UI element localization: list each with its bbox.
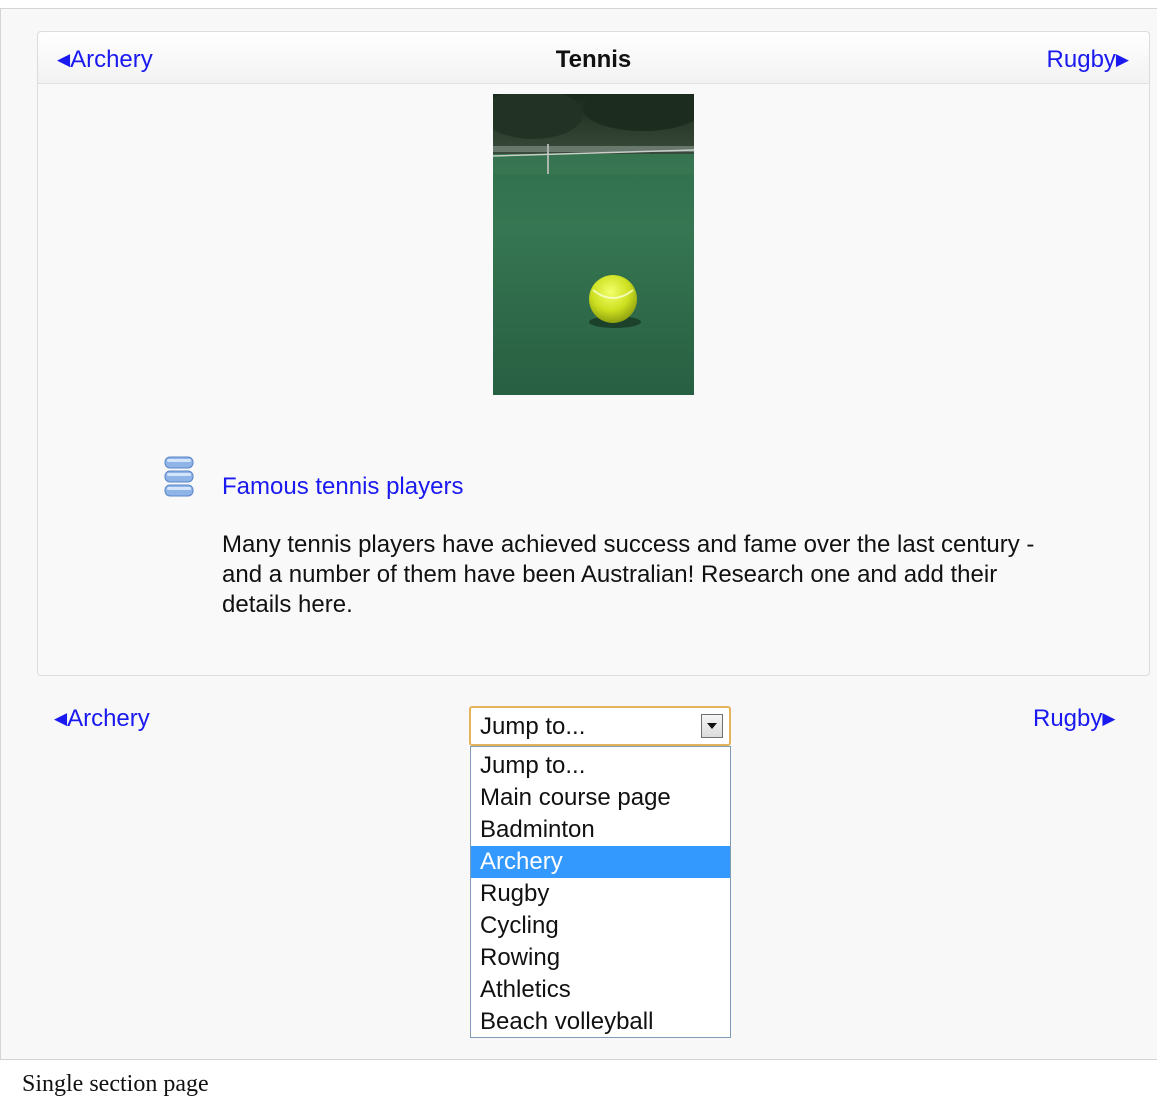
figure-caption: Single section page <box>22 1071 209 1097</box>
tennis-ball-image <box>493 94 694 395</box>
footer-prev-section-link[interactable]: ◀Archery <box>54 705 150 735</box>
right-arrow-icon: ▶ <box>1102 709 1116 728</box>
section-title: Tennis <box>555 46 632 73</box>
dropdown-option[interactable]: Cycling <box>471 910 730 942</box>
database-icon <box>164 455 194 499</box>
footer-next-label: Rugby <box>1033 705 1103 732</box>
activity-description: Many tennis players have achieved succes… <box>222 531 1035 618</box>
dropdown-option[interactable]: Athletics <box>471 974 730 1006</box>
left-arrow-icon: ◀ <box>54 709 68 728</box>
right-arrow-icon: ▶ <box>1115 50 1129 69</box>
next-section-link[interactable]: Rugby▶ <box>1047 46 1129 76</box>
chevron-down-icon <box>707 723 717 729</box>
dropdown-option[interactable]: Rugby <box>471 878 730 910</box>
next-section-label: Rugby <box>1046 46 1116 73</box>
dropdown-option-highlighted[interactable]: Archery <box>471 846 730 878</box>
jump-to-select-value: Jump to... <box>480 713 586 740</box>
dropdown-option[interactable]: Badminton <box>471 814 730 846</box>
course-section: ◀Archery Tennis Rugby▶ Famous tennis pla… <box>37 31 1150 676</box>
activity-link-famous-tennis-players[interactable]: Famous tennis players <box>222 473 463 501</box>
dropdown-option[interactable]: Beach volleyball <box>471 1006 730 1038</box>
tennis-ball-photo <box>493 94 694 395</box>
footer-prev-label: Archery <box>67 705 150 732</box>
jump-to-select[interactable]: Jump to... <box>469 706 731 746</box>
dropdown-option[interactable]: Rowing <box>471 942 730 974</box>
dropdown-button[interactable] <box>701 714 723 738</box>
dropdown-option[interactable]: Main course page <box>471 782 730 814</box>
footer-next-section-link[interactable]: Rugby▶ <box>1033 705 1115 735</box>
dropdown-option[interactable]: Jump to... <box>471 750 730 782</box>
section-header: ◀Archery Tennis Rugby▶ <box>38 32 1149 84</box>
jump-to-dropdown-list: Jump to... Main course page Badminton Ar… <box>470 746 731 1038</box>
